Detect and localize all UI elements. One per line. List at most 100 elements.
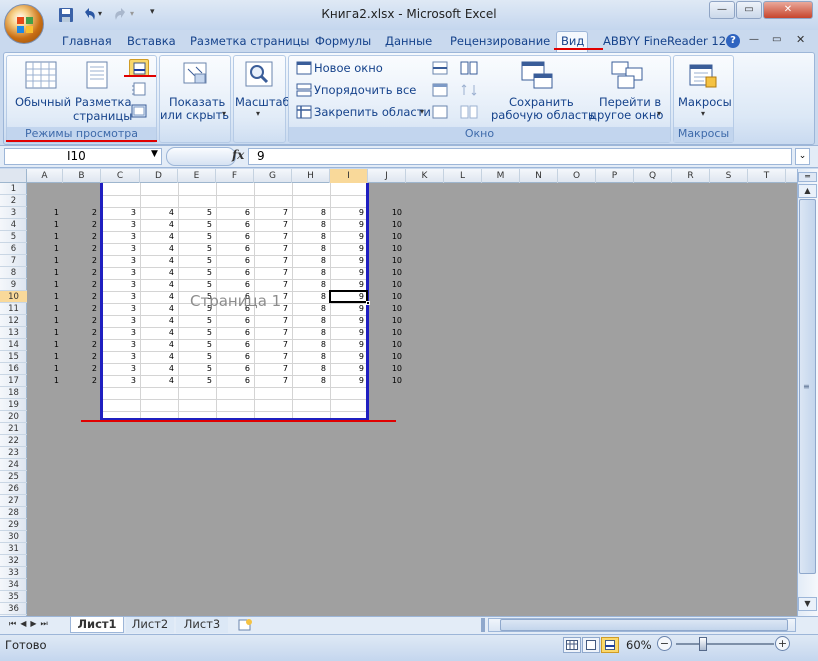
cell-D11[interactable]: 4 [154,303,174,315]
zoom-dropdown-icon[interactable]: ▾ [256,109,260,118]
tab-view[interactable]: Вид [561,34,584,48]
row-header-21[interactable]: 21 [0,423,27,435]
cell-I3[interactable]: 9 [344,207,364,219]
zoom-slider-track[interactable] [676,643,774,645]
row-header-22[interactable]: 22 [0,435,27,447]
cell-A4[interactable]: 1 [39,219,59,231]
sheet-tab-2[interactable]: Лист2 [126,617,174,633]
show-hide-dropdown-icon[interactable]: ▾ [222,109,226,118]
cell-I8[interactable]: 9 [344,267,364,279]
cell-A5[interactable]: 1 [39,231,59,243]
cell-E9[interactable]: 5 [192,279,212,291]
cell-D13[interactable]: 4 [154,327,174,339]
row-header-18[interactable]: 18 [0,387,27,399]
cell-F4[interactable]: 6 [230,219,250,231]
column-header-P[interactable]: P [596,169,634,183]
horizontal-scroll-thumb[interactable] [500,619,788,631]
cell-I4[interactable]: 9 [344,219,364,231]
cell-E15[interactable]: 5 [192,351,212,363]
zoom-out-icon[interactable]: − [657,636,672,651]
cell-I5[interactable]: 9 [344,231,364,243]
new-window-button[interactable]: Новое окно [314,61,383,75]
cell-G9[interactable]: 7 [268,279,288,291]
switch-windows-dropdown-icon[interactable]: ▾ [657,109,661,118]
cell-D12[interactable]: 4 [154,315,174,327]
row-header-33[interactable]: 33 [0,567,27,579]
column-header-F[interactable]: F [216,169,254,183]
cell-B15[interactable]: 2 [77,351,97,363]
cell-D5[interactable]: 4 [154,231,174,243]
cell-C14[interactable]: 3 [116,339,136,351]
cell-C10[interactable]: 3 [116,291,136,303]
row-header-23[interactable]: 23 [0,447,27,459]
cell-G6[interactable]: 7 [268,243,288,255]
normal-view-status-button[interactable] [563,637,581,653]
reset-window-position-icon[interactable] [460,105,478,119]
row-header-7[interactable]: 7 [0,255,27,267]
cell-H17[interactable]: 8 [306,375,326,387]
zoom-level[interactable]: 60% [626,638,652,652]
cell-B12[interactable]: 2 [77,315,97,327]
close-button[interactable]: ✕ [763,1,813,19]
zoom-button[interactable]: Масштаб [235,96,290,109]
custom-views-icon[interactable] [131,82,147,96]
show-hide-button-line2[interactable]: или скрыть [160,109,229,122]
cell-E4[interactable]: 5 [192,219,212,231]
cell-F3[interactable]: 6 [230,207,250,219]
cell-I6[interactable]: 9 [344,243,364,255]
column-header-J[interactable]: J [368,169,406,183]
cell-B10[interactable]: 2 [77,291,97,303]
cell-G5[interactable]: 7 [268,231,288,243]
page-layout-view-button-line2[interactable]: страницы [73,110,132,123]
cell-H10[interactable]: 8 [306,291,326,303]
cell-D14[interactable]: 4 [154,339,174,351]
unhide-window-icon[interactable] [432,105,448,119]
cell-E14[interactable]: 5 [192,339,212,351]
cell-F5[interactable]: 6 [230,231,250,243]
row-header-2[interactable]: 2 [0,195,27,207]
column-header-M[interactable]: M [482,169,520,183]
cell-B7[interactable]: 2 [77,255,97,267]
row-header-27[interactable]: 27 [0,495,27,507]
cell-B4[interactable]: 2 [77,219,97,231]
cell-D16[interactable]: 4 [154,363,174,375]
cell-D6[interactable]: 4 [154,243,174,255]
row-header-32[interactable]: 32 [0,555,27,567]
column-header-T[interactable]: T [748,169,786,183]
formula-bar-splitter[interactable] [166,147,236,166]
row-header-35[interactable]: 35 [0,591,27,603]
cell-B11[interactable]: 2 [77,303,97,315]
cell-G16[interactable]: 7 [268,363,288,375]
page-layout-status-button[interactable] [582,637,600,653]
cell-A14[interactable]: 1 [39,339,59,351]
row-header-25[interactable]: 25 [0,471,27,483]
switch-windows-button-line2[interactable]: другое окно [589,109,663,122]
row-header-9[interactable]: 9 [0,279,27,291]
maximize-button[interactable]: ▭ [736,1,762,19]
cell-A17[interactable]: 1 [39,375,59,387]
tab-formulas[interactable]: Формулы [315,34,371,48]
column-header-N[interactable]: N [520,169,558,183]
cell-J10[interactable]: 10 [382,291,402,303]
full-screen-icon[interactable] [131,104,147,118]
row-header-24[interactable]: 24 [0,459,27,471]
cell-A11[interactable]: 1 [39,303,59,315]
cell-B9[interactable]: 2 [77,279,97,291]
synchronous-scrolling-icon[interactable] [460,83,478,97]
cell-J17[interactable]: 10 [382,375,402,387]
row-header-4[interactable]: 4 [0,219,27,231]
cell-F14[interactable]: 6 [230,339,250,351]
zoom-slider-thumb[interactable] [699,637,707,651]
cell-H7[interactable]: 8 [306,255,326,267]
formula-input[interactable]: 9 [248,148,792,165]
cell-D7[interactable]: 4 [154,255,174,267]
row-header-15[interactable]: 15 [0,351,27,363]
cell-C8[interactable]: 3 [116,267,136,279]
cell-J6[interactable]: 10 [382,243,402,255]
split-box[interactable]: ═ [798,172,817,182]
cell-A3[interactable]: 1 [39,207,59,219]
column-header-G[interactable]: G [254,169,292,183]
cell-I7[interactable]: 9 [344,255,364,267]
cell-H8[interactable]: 8 [306,267,326,279]
macros-dropdown-icon[interactable]: ▾ [701,109,705,118]
